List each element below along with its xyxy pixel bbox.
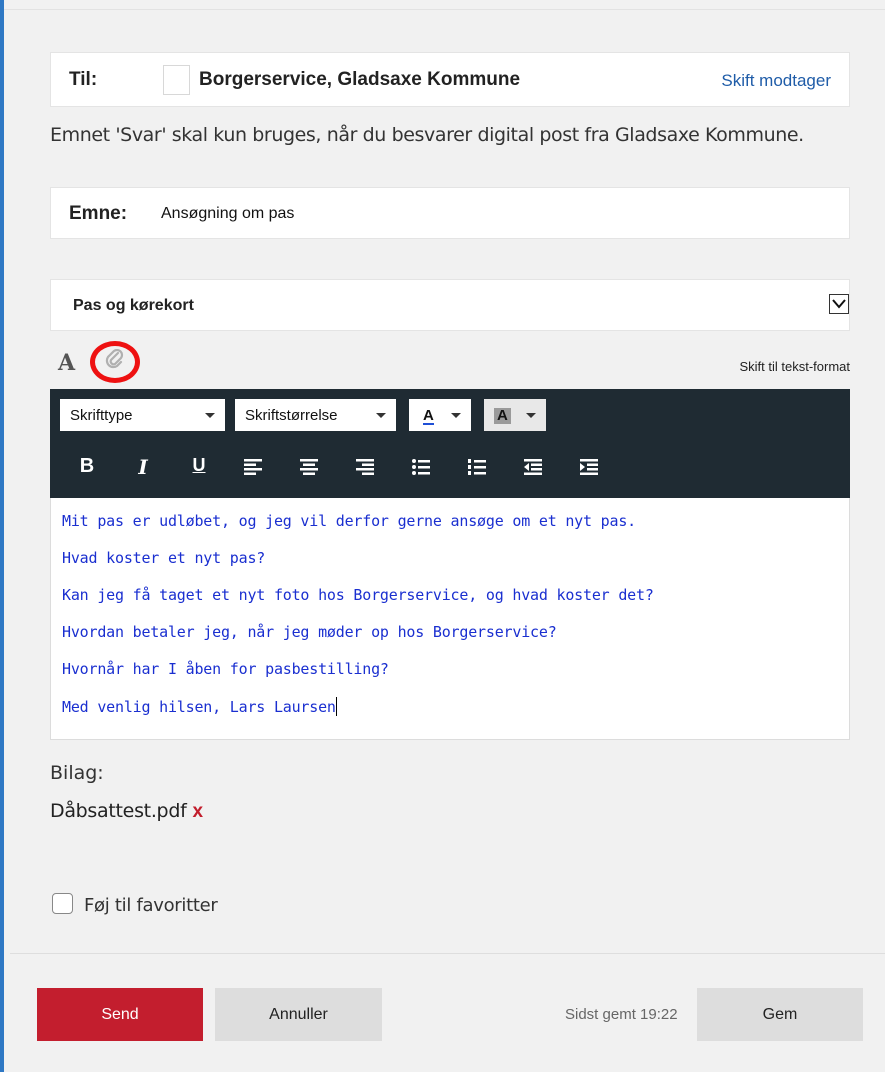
attachment-item: Dåbsattest.pdf x bbox=[50, 800, 203, 823]
subject-notice: Emnet 'Svar' skal kun bruges, når du bes… bbox=[50, 124, 804, 146]
bullet-list-icon[interactable] bbox=[406, 459, 436, 475]
recipient-name: Borgerservice, Gladsaxe Kommune bbox=[199, 69, 521, 90]
font-family-label: Skrifttype bbox=[70, 407, 133, 424]
paperclip-icon bbox=[105, 348, 125, 376]
message-editor[interactable]: Mit pas er udløbet, og jeg vil derfor ge… bbox=[50, 498, 850, 740]
message-line: Kan jeg få taget et nyt foto hos Borgers… bbox=[62, 586, 654, 604]
message-line-last: Med venlig hilsen, Lars Laursen bbox=[62, 697, 849, 734]
message-line: Med venlig hilsen, Lars Laursen bbox=[62, 698, 336, 716]
recipient-checkbox[interactable] bbox=[163, 65, 190, 95]
text-color-icon: A bbox=[423, 407, 434, 425]
add-to-favorites-checkbox[interactable] bbox=[52, 893, 73, 914]
window-left-edge bbox=[0, 0, 4, 1072]
text-cursor bbox=[335, 697, 337, 716]
message-line: Hvordan betaler jeg, når jeg møder op ho… bbox=[62, 623, 557, 641]
indent-icon[interactable] bbox=[574, 459, 604, 475]
align-left-icon[interactable] bbox=[238, 459, 268, 475]
outdent-icon[interactable] bbox=[518, 459, 548, 475]
category-selected-value: Pas og kørekort bbox=[73, 297, 194, 314]
remove-attachment-button[interactable]: x bbox=[192, 801, 203, 822]
align-center-icon[interactable] bbox=[294, 459, 324, 475]
background-color-icon: A bbox=[494, 408, 511, 424]
underline-button[interactable]: U bbox=[184, 455, 214, 476]
subject-row: Emne: bbox=[50, 187, 850, 239]
attachment-filename[interactable]: Dåbsattest.pdf bbox=[50, 800, 187, 822]
attach-file-button[interactable] bbox=[90, 341, 140, 383]
switch-to-text-format-link[interactable]: Skift til tekst-format bbox=[739, 359, 850, 374]
font-size-label: Skriftstørrelse bbox=[245, 407, 338, 424]
recipient-label: Til: bbox=[69, 69, 98, 90]
italic-button[interactable]: I bbox=[128, 455, 158, 479]
align-right-icon[interactable] bbox=[350, 459, 380, 475]
caret-down-icon bbox=[451, 413, 461, 418]
text-color-dropdown[interactable]: A bbox=[409, 399, 471, 431]
change-recipient-link[interactable]: Skift modtager bbox=[721, 71, 831, 91]
bold-button[interactable]: B bbox=[72, 455, 102, 478]
add-to-favorites-label[interactable]: Føj til favoritter bbox=[84, 895, 218, 916]
background-color-dropdown[interactable]: A bbox=[484, 399, 546, 431]
recipient-row: Til: Borgerservice, Gladsaxe Kommune Ski… bbox=[50, 52, 850, 107]
chevron-down-icon[interactable] bbox=[829, 294, 849, 314]
cancel-button[interactable]: Annuller bbox=[215, 988, 382, 1041]
numbered-list-icon[interactable] bbox=[462, 459, 492, 475]
send-button[interactable]: Send bbox=[37, 988, 203, 1041]
editor-toolbar: Skrifttype Skriftstørrelse A A B I U bbox=[50, 389, 850, 498]
last-saved-status: Sidst gemt 19:22 bbox=[565, 1006, 678, 1023]
font-size-dropdown[interactable]: Skriftstørrelse bbox=[235, 399, 396, 431]
rich-text-format-icon[interactable]: A bbox=[58, 350, 75, 376]
subject-input[interactable] bbox=[161, 198, 831, 230]
caret-down-icon bbox=[376, 413, 386, 418]
top-divider bbox=[4, 0, 885, 10]
footer-divider bbox=[10, 953, 885, 954]
message-line: Hvornår har I åben for pasbestilling? bbox=[62, 660, 389, 678]
font-family-dropdown[interactable]: Skrifttype bbox=[60, 399, 225, 431]
message-line: Mit pas er udløbet, og jeg vil derfor ge… bbox=[62, 512, 636, 530]
caret-down-icon bbox=[526, 413, 536, 418]
subject-label: Emne: bbox=[69, 203, 128, 224]
save-button[interactable]: Gem bbox=[697, 988, 863, 1041]
attachments-label: Bilag: bbox=[50, 762, 104, 784]
message-line: Hvad koster et nyt pas? bbox=[62, 549, 266, 567]
caret-down-icon bbox=[205, 413, 215, 418]
category-select[interactable]: Pas og kørekort bbox=[50, 279, 850, 331]
